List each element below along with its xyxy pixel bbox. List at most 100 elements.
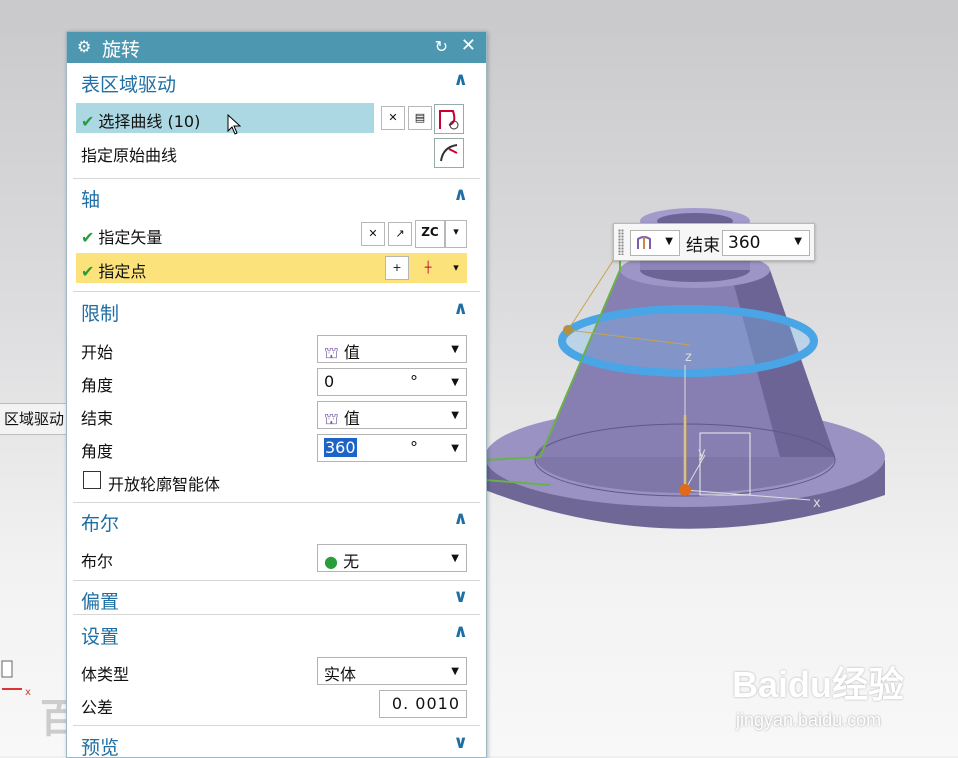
collapse-icon[interactable]: ∧ [453,621,468,642]
section-title: 偏置 [81,591,120,613]
start-mode-select[interactable]: ⛫ 值 ▼ [317,335,467,363]
end-type-dropdown[interactable]: ▼ [630,230,680,256]
body-type-select[interactable]: 实体 ▼ [317,657,467,685]
tolerance-value[interactable]: 0. 0010 [392,694,460,713]
section-preview: 预览 ∨ [73,728,480,757]
value-type-icon: ⛫ [324,343,339,362]
open-profile-checkbox[interactable] [83,471,101,489]
end-angle-value[interactable]: 360 [324,438,357,457]
baidu-logo-text: Baidu经验 [732,664,905,705]
reset-icon[interactable]: ↻ [435,37,448,56]
end-angle-row: 角度 360 ° ▼ [73,433,480,463]
svg-text:y: y [698,446,706,461]
chevron-down-icon: ▼ [451,377,459,388]
expand-icon[interactable]: ∨ [453,732,468,753]
start-angle-input[interactable]: 0 ° ▼ [317,368,467,396]
end-mode-select[interactable]: ⛫ 值 ▼ [317,401,467,429]
expand-icon[interactable]: ∨ [453,586,468,607]
origin-curve-row[interactable]: 指定原始曲线 [73,137,480,168]
collapse-icon[interactable]: ∧ [453,184,468,205]
tolerance-input[interactable]: 0. 0010 [379,690,467,718]
section-header[interactable]: 表区域驱动 ∧ [73,65,480,97]
chevron-down-icon: ▼ [451,344,459,355]
point-dropdown-icon[interactable]: ▾ [445,256,467,280]
end-mode-value: ⛫ 值 [324,405,360,430]
section-settings: 设置 ∧ 体类型 实体 ▼ 公差 0. 0010 [73,617,480,726]
boolean-text: 无 [343,552,360,571]
gear-icon[interactable]: ⚙ [77,37,91,56]
section-surface-drive: 表区域驱动 ∧ ✔ 选择曲线 (10) ✕ ▤ 指定原始曲线 [73,65,480,179]
origin-curve-icon[interactable] [434,138,464,168]
body-type-row: 体类型 实体 ▼ [73,656,480,686]
point-dialog-icon[interactable]: + [385,256,409,280]
collapse-icon[interactable]: ∧ [453,298,468,319]
reverse-direction-icon[interactable]: ✕ [361,222,385,246]
close-icon[interactable]: ✕ [461,35,476,56]
end-angle-handle[interactable]: ▼ 结束 360 ▼ [613,223,815,261]
section-header[interactable]: 限制 ∧ [73,294,480,326]
section-title: 表区域驱动 [81,74,177,96]
end-label: 结束 [81,409,114,428]
end-angle-input[interactable]: 360 ° ▼ [317,434,467,462]
point-inference-icon[interactable]: ┼ [413,256,443,280]
boolean-select[interactable]: ● 无 ▼ [317,544,467,572]
section-header[interactable]: 轴 ∧ [73,180,480,212]
collapse-icon[interactable]: ∧ [453,69,468,90]
point-label: ✔ 指定点 [81,258,146,282]
section-header[interactable]: 布尔 ∧ [73,504,480,536]
point-row[interactable]: ✔ 指定点 + ┼ ▾ [73,253,480,283]
svg-text:x: x [813,496,821,511]
boolean-label: 布尔 [81,552,114,571]
zc-vector-option[interactable]: ZC [415,220,445,248]
start-angle-value[interactable]: 0 [324,372,334,391]
boolean-none-icon: ● [324,552,338,571]
curve-select-icon[interactable] [434,104,464,134]
check-icon: ✔ [81,112,95,131]
vector-text: 指定矢量 [98,228,163,247]
end-row: 结束 ⛫ 值 ▼ [73,400,480,430]
end-angle-selected-text[interactable]: 360 [324,438,357,457]
svg-text:z: z [685,350,692,365]
vector-dropdown-icon[interactable]: ▾ [445,220,467,248]
start-mode-value: ⛫ 值 [324,339,360,364]
section-header[interactable]: 设置 ∧ [73,617,480,649]
start-mode-text: 值 [343,343,360,362]
open-profile-row[interactable]: 开放轮廓智能体 [73,466,480,496]
collapse-icon[interactable]: ∧ [453,508,468,529]
left-tab-surface-drive[interactable]: 区域驱动 [0,403,69,435]
dialog-title: 旋转 [102,39,141,61]
section-axis: 轴 ∧ ✔ 指定矢量 ✕ ↗ ZC ▾ ✔ 指定点 + ┼ ▾ [73,180,480,292]
chevron-down-icon: ▼ [665,236,673,247]
tolerance-row: 公差 0. 0010 [73,689,480,719]
boolean-row: 布尔 ● 无 ▼ [73,543,480,573]
start-label: 开始 [81,343,114,362]
start-angle-label: 角度 [81,376,114,395]
dialog-titlebar[interactable]: ⚙ 旋转 ↻ ✕ [67,32,486,63]
chevron-down-icon: ▼ [794,236,802,247]
select-curve-text: 选择曲线 (10) [98,112,201,131]
baidu-logo: Baidu经验 jingyan.baidu.com [732,650,942,740]
select-curve-row[interactable]: ✔ 选择曲线 (10) ✕ ▤ [73,103,480,134]
degree-unit: ° [410,438,418,457]
vector-row[interactable]: ✔ 指定矢量 ✕ ↗ ZC ▾ [73,219,480,249]
chevron-down-icon: ▼ [451,666,459,677]
curve-rule-icon[interactable]: ▤ [408,106,432,130]
svg-text:x: x [25,687,31,698]
open-profile-label: 开放轮廓智能体 [108,475,221,494]
deselect-icon[interactable]: ✕ [381,106,405,130]
point-text: 指定点 [98,262,147,281]
degree-unit: ° [410,372,418,391]
section-offset: 偏置 ∨ [73,582,480,615]
vector-dialog-icon[interactable]: ↗ [388,222,412,246]
chevron-down-icon: ▼ [451,443,459,454]
check-icon: ✔ [81,228,95,247]
end-value-combo[interactable]: 360 ▼ [722,230,810,256]
body-type-value: 实体 [324,665,357,684]
baidu-url: jingyan.baidu.com [736,710,882,730]
grip-handle-icon[interactable] [618,229,624,255]
section-header[interactable]: 预览 ∨ [73,728,480,757]
section-header[interactable]: 偏置 ∨ [73,582,480,614]
section-title: 轴 [81,189,101,211]
end-value[interactable]: 360 [728,233,760,253]
value-type-icon: ⛫ [324,409,339,428]
